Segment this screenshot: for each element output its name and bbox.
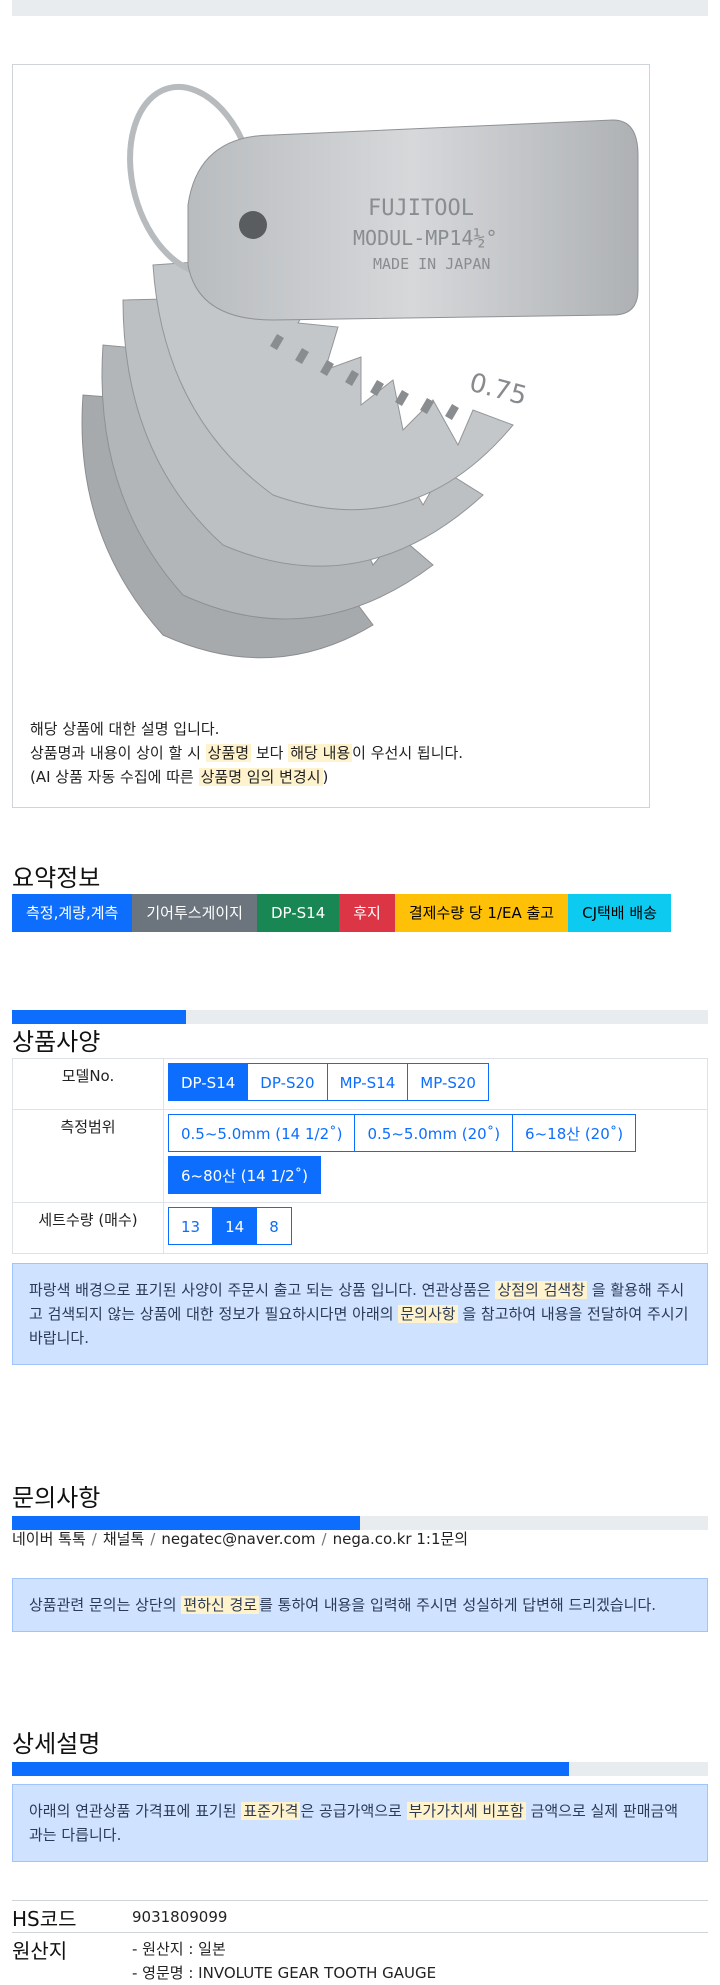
detail-notice: 아래의 연관상품 가격표에 표기된 표준가격 은 공급가액으로 부가가치세 비포함… xyxy=(12,1784,708,1862)
highlight-product-name: 상품명 xyxy=(205,744,252,762)
model-mark: MODUL-MP14½° xyxy=(353,226,498,250)
hs-code-value: 9031809099 xyxy=(132,1908,228,1926)
inquiry-title: 문의사항 xyxy=(12,1484,101,1512)
desc-text: ) xyxy=(322,768,329,786)
desc-line-3: (AI 상품 자동 수집에 따른 상품명 임의 변경시) xyxy=(30,765,463,789)
origin-row: 원산지 - 원산지 : 일본 - 영문명 : INVOLUTE GEAR TOO… xyxy=(12,1932,708,1982)
notice-text: 파랑색 배경으로 표기된 사양이 주문시 출고 되는 상품 입니다. 연관상품은 xyxy=(29,1281,496,1299)
spec-notice: 파랑색 배경으로 표기된 사양이 주문시 출고 되는 상품 입니다. 연관상품은… xyxy=(12,1263,708,1365)
spec-option[interactable]: 6~18산 (20˚) xyxy=(512,1114,637,1152)
desc-text: (AI 상품 자동 수집에 따른 xyxy=(30,768,199,786)
spec-row: 모델No. DP-S14 DP-S20 MP-S14 MP-S20 xyxy=(12,1058,708,1110)
spec-options-cell: 13 14 8 xyxy=(163,1202,708,1254)
spec-option[interactable]: MP-S14 xyxy=(326,1063,409,1101)
spec-option[interactable]: MP-S20 xyxy=(407,1063,489,1101)
detail-title: 상세설명 xyxy=(12,1730,101,1758)
spec-label: 측정범위 xyxy=(12,1109,164,1203)
link-separator: / xyxy=(150,1530,156,1548)
origin-mark: MADE IN JAPAN xyxy=(373,255,490,273)
summary-badges: 측정,계량,계측 기어투스게이지 DP-S14 후지 결제수량 당 1/EA 출고 CJ택… xyxy=(12,894,671,932)
spec-options-cell: DP-S14 DP-S20 MP-S14 MP-S20 xyxy=(163,1058,708,1110)
spec-option[interactable]: DP-S20 xyxy=(247,1063,328,1101)
highlight-name-change: 상품명 임의 변경시 xyxy=(198,768,323,786)
detail-progress-fill xyxy=(12,1762,569,1776)
origin-label: 원산지 xyxy=(12,1939,68,1963)
inquiry-link[interactable]: 네이버 톡톡 xyxy=(12,1530,86,1548)
desc-line-2: 상품명과 내용이 상이 할 시 상품명 보다 해당 내용 이 우선시 됩니다. xyxy=(30,741,463,765)
summary-badge: 기어투스게이지 xyxy=(132,894,257,932)
leaf-mark: 0.75 xyxy=(466,368,530,412)
spec-option[interactable]: 8 xyxy=(256,1207,292,1245)
highlight-search: 상점의 검색창 xyxy=(495,1281,588,1299)
spec-table: 모델No. DP-S14 DP-S20 MP-S14 MP-S20 측정범위 0.5~5.0… xyxy=(12,1058,708,1254)
product-description: 해당 상품에 대한 설명 입니다. 상품명과 내용이 상이 할 시 상품명 보다… xyxy=(30,717,463,789)
link-separator: / xyxy=(321,1530,327,1548)
gauge-plate: FUJITOOL MODUL-MP14½° MADE IN JAPAN xyxy=(187,119,639,321)
spec-progress-bar xyxy=(12,1010,708,1024)
spec-row: 세트수량 (매수) 13 14 8 xyxy=(12,1202,708,1254)
summary-badge: 결제수량 당 1/EA 출고 xyxy=(394,894,569,932)
summary-title: 요약정보 xyxy=(12,864,101,892)
highlight-content: 해당 내용 xyxy=(288,744,353,762)
notice-text: 상품관련 문의는 상단의 xyxy=(29,1596,182,1614)
desc-text: 이 우선시 됩니다. xyxy=(352,744,464,762)
summary-badge: 후지 xyxy=(339,894,395,932)
spec-label: 세트수량 (매수) xyxy=(12,1202,164,1254)
notice-text: 은 공급가액으로 xyxy=(300,1802,407,1820)
highlight-inquiry: 문의사항 xyxy=(398,1305,458,1323)
spec-row: 측정범위 0.5~5.0mm (14 1/2˚) 0.5~5.0mm (20˚) 6~… xyxy=(12,1109,708,1203)
spec-label: 모델No. xyxy=(12,1058,164,1110)
hs-code-label: HS코드 xyxy=(12,1907,77,1931)
hs-code-row: HS코드 9031809099 xyxy=(12,1900,708,1933)
inquiry-link[interactable]: 채널톡 xyxy=(103,1530,144,1548)
product-image-card: FUJITOOL MODUL-MP14½° MADE IN JAPAN 0.75… xyxy=(12,64,650,808)
notice-text: 아래의 연관상품 가격표에 표기된 xyxy=(29,1802,242,1820)
summary-badge: CJ택배 배송 xyxy=(568,894,671,932)
summary-badge: DP-S14 xyxy=(256,894,340,932)
spec-option[interactable]: 0.5~5.0mm (14 1/2˚) xyxy=(168,1114,356,1152)
spec-option-group: 0.5~5.0mm (14 1/2˚) 0.5~5.0mm (20˚) 6~18산 … xyxy=(168,1114,703,1198)
spec-option[interactable]: 0.5~5.0mm (20˚) xyxy=(354,1114,514,1152)
summary-badge: 측정,계량,계측 xyxy=(12,894,133,932)
spec-options-cell: 0.5~5.0mm (14 1/2˚) 0.5~5.0mm (20˚) 6~18산 … xyxy=(163,1109,708,1203)
highlight-standard-price: 표준가격 xyxy=(241,1802,301,1820)
highlight-route: 편하신 경로 xyxy=(181,1596,260,1614)
brand-mark: FUJITOOL xyxy=(368,196,474,221)
desc-line-1: 해당 상품에 대한 설명 입니다. xyxy=(30,720,220,738)
highlight-vat-excluded: 부가가치세 비포함 xyxy=(406,1802,526,1820)
desc-text: 보다 xyxy=(251,744,289,762)
spec-title: 상품사양 xyxy=(12,1028,101,1056)
desc-text: 상품명과 내용이 상이 할 시 xyxy=(30,744,206,762)
inquiry-notice: 상품관련 문의는 상단의 편하신 경로 를 통하여 내용을 입력해 주시면 성실하… xyxy=(12,1578,708,1632)
spec-option-selected[interactable]: DP-S14 xyxy=(168,1063,249,1101)
inquiry-link[interactable]: nega.co.kr 1:1문의 xyxy=(333,1530,469,1548)
notice-text: 를 통하여 내용을 입력해 주시면 성실하게 답변해 드리겠습니다. xyxy=(259,1596,657,1614)
spec-option-group: 13 14 8 xyxy=(168,1207,703,1249)
inquiry-link[interactable]: negatec@naver.com xyxy=(161,1530,315,1548)
origin-value: - 원산지 : 일본 - 영문명 : INVOLUTE GEAR TOOTH G… xyxy=(132,1937,436,1985)
detail-progress-bar xyxy=(12,1762,708,1776)
gear-gauge-image: FUJITOOL MODUL-MP14½° MADE IN JAPAN 0.75 xyxy=(81,83,639,659)
top-divider xyxy=(12,0,708,16)
origin-line-2: - 영문명 : INVOLUTE GEAR TOOTH GAUGE xyxy=(132,1964,437,1982)
link-separator: / xyxy=(91,1530,97,1548)
spec-option-group: DP-S14 DP-S20 MP-S14 MP-S20 xyxy=(168,1063,703,1105)
inquiry-links: 네이버 톡톡 / 채널톡 / negatec@naver.com / nega.co.kr … xyxy=(12,1528,468,1549)
spec-option-selected[interactable]: 14 xyxy=(212,1207,258,1245)
spec-option[interactable]: 13 xyxy=(168,1207,214,1245)
origin-line-1: - 원산지 : 일본 xyxy=(132,1940,226,1958)
spec-option-selected[interactable]: 6~80산 (14 1/2˚) xyxy=(168,1156,321,1194)
